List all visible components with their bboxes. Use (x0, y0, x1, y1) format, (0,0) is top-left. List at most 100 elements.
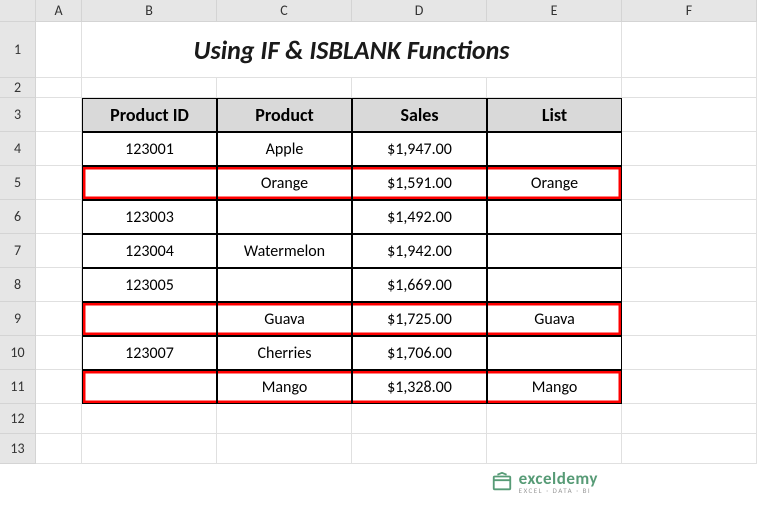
cell-F3[interactable] (622, 98, 757, 132)
row-header-12[interactable]: 12 (0, 404, 36, 434)
cell-B9[interactable] (82, 302, 217, 336)
cell-F13[interactable] (622, 434, 757, 464)
cell-A6[interactable] (36, 200, 82, 234)
title-cell[interactable]: Using IF & ISBLANK Functions (82, 22, 622, 78)
row-header-1[interactable]: 1 (0, 22, 36, 78)
cell-A4[interactable] (36, 132, 82, 166)
cell-E13[interactable] (487, 434, 622, 464)
cell-C10[interactable]: Cherries (217, 336, 352, 370)
cell-F6[interactable] (622, 200, 757, 234)
cell-E12[interactable] (487, 404, 622, 434)
row-header-10[interactable]: 10 (0, 336, 36, 370)
cell-C12[interactable] (217, 404, 352, 434)
page-title: Using IF & ISBLANK Functions (193, 34, 509, 66)
row-header-8[interactable]: 8 (0, 268, 36, 302)
cell-F4[interactable] (622, 132, 757, 166)
col-header-A[interactable]: A (36, 0, 82, 22)
cell-E11[interactable]: Mango (487, 370, 622, 404)
cell-D5[interactable]: $1,591.00 (352, 166, 487, 200)
cell-C5[interactable]: Orange (217, 166, 352, 200)
cell-D13[interactable] (352, 434, 487, 464)
cell-D4[interactable]: $1,947.00 (352, 132, 487, 166)
col-header-E[interactable]: E (487, 0, 622, 22)
cell-D12[interactable] (352, 404, 487, 434)
cell-D9[interactable]: $1,725.00 (352, 302, 487, 336)
header-list[interactable]: List (487, 98, 622, 132)
watermark-sub: EXCEL · DATA · BI (519, 487, 598, 494)
cell-A3[interactable] (36, 98, 82, 132)
cell-D8[interactable]: $1,669.00 (352, 268, 487, 302)
watermark-main: exceldemy (519, 470, 598, 487)
row-header-11[interactable]: 11 (0, 370, 36, 404)
cell-A10[interactable] (36, 336, 82, 370)
cell-E7[interactable] (487, 234, 622, 268)
cell-A1[interactable] (36, 22, 82, 78)
cell-B11[interactable] (82, 370, 217, 404)
row-header-7[interactable]: 7 (0, 234, 36, 268)
cell-C7[interactable]: Watermelon (217, 234, 352, 268)
cell-D7[interactable]: $1,942.00 (352, 234, 487, 268)
row-header-9[interactable]: 9 (0, 302, 36, 336)
cell-F5[interactable] (622, 166, 757, 200)
spreadsheet-grid: A B C D E F 1 Using IF & ISBLANK Functio… (0, 0, 768, 464)
cell-B4[interactable]: 123001 (82, 132, 217, 166)
cell-F7[interactable] (622, 234, 757, 268)
cell-A11[interactable] (36, 370, 82, 404)
cell-A9[interactable] (36, 302, 82, 336)
cell-F12[interactable] (622, 404, 757, 434)
row-header-5[interactable]: 5 (0, 166, 36, 200)
row-header-2[interactable]: 2 (0, 78, 36, 98)
cell-B12[interactable] (82, 404, 217, 434)
cell-F9[interactable] (622, 302, 757, 336)
corner-cell[interactable] (0, 0, 36, 22)
col-header-B[interactable]: B (82, 0, 217, 22)
cell-A12[interactable] (36, 404, 82, 434)
cell-D10[interactable]: $1,706.00 (352, 336, 487, 370)
header-sales[interactable]: Sales (352, 98, 487, 132)
header-product[interactable]: Product (217, 98, 352, 132)
cell-E6[interactable] (487, 200, 622, 234)
cell-A5[interactable] (36, 166, 82, 200)
cell-D2[interactable] (352, 78, 487, 98)
cell-D6[interactable]: $1,492.00 (352, 200, 487, 234)
watermark: exceldemy EXCEL · DATA · BI (491, 470, 598, 494)
cell-E2[interactable] (487, 78, 622, 98)
cell-B5[interactable] (82, 166, 217, 200)
cell-C8[interactable] (217, 268, 352, 302)
cell-B6[interactable]: 123003 (82, 200, 217, 234)
cell-C9[interactable]: Guava (217, 302, 352, 336)
cell-E4[interactable] (487, 132, 622, 166)
cell-A13[interactable] (36, 434, 82, 464)
cell-F11[interactable] (622, 370, 757, 404)
row-header-6[interactable]: 6 (0, 200, 36, 234)
cell-C4[interactable]: Apple (217, 132, 352, 166)
cell-B13[interactable] (82, 434, 217, 464)
header-product-id[interactable]: Product ID (82, 98, 217, 132)
cell-A2[interactable] (36, 78, 82, 98)
cell-C13[interactable] (217, 434, 352, 464)
cell-C6[interactable] (217, 200, 352, 234)
cell-D11[interactable]: $1,328.00 (352, 370, 487, 404)
cell-B7[interactable]: 123004 (82, 234, 217, 268)
cell-E8[interactable] (487, 268, 622, 302)
cell-F2[interactable] (622, 78, 757, 98)
row-header-13[interactable]: 13 (0, 434, 36, 464)
cell-E9[interactable]: Guava (487, 302, 622, 336)
cell-B10[interactable]: 123007 (82, 336, 217, 370)
cell-F10[interactable] (622, 336, 757, 370)
row-header-3[interactable]: 3 (0, 98, 36, 132)
cell-A8[interactable] (36, 268, 82, 302)
cell-A7[interactable] (36, 234, 82, 268)
cell-E10[interactable] (487, 336, 622, 370)
cell-B2[interactable] (82, 78, 217, 98)
cell-B8[interactable]: 123005 (82, 268, 217, 302)
cell-C2[interactable] (217, 78, 352, 98)
cell-F1[interactable] (622, 22, 757, 78)
col-header-D[interactable]: D (352, 0, 487, 22)
cell-C11[interactable]: Mango (217, 370, 352, 404)
col-header-F[interactable]: F (622, 0, 757, 22)
row-header-4[interactable]: 4 (0, 132, 36, 166)
cell-E5[interactable]: Orange (487, 166, 622, 200)
col-header-C[interactable]: C (217, 0, 352, 22)
cell-F8[interactable] (622, 268, 757, 302)
